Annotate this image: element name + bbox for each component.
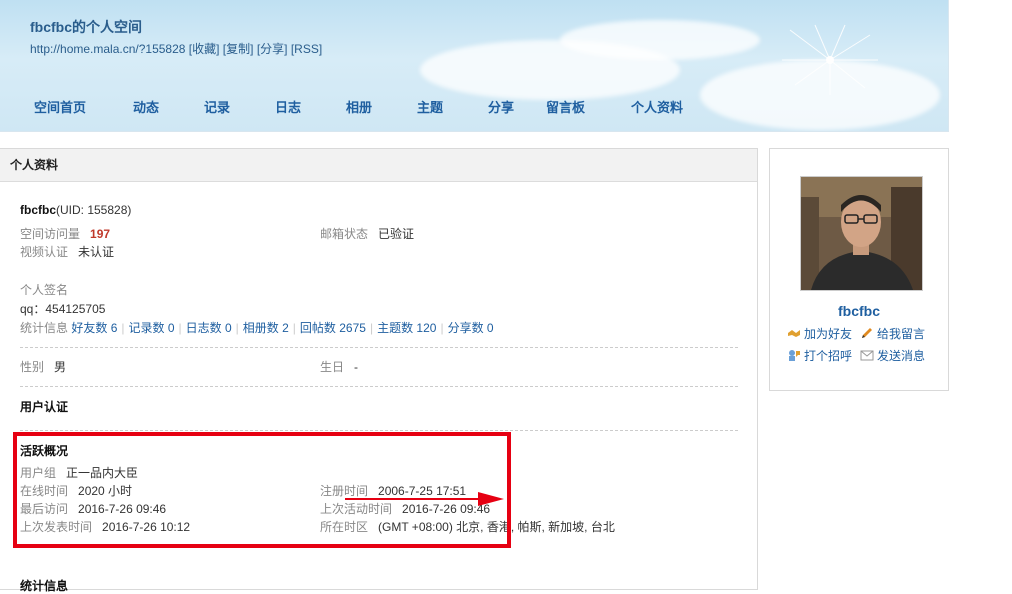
nav-profile[interactable]: 个人资料 — [631, 97, 683, 116]
birthday-value: - — [354, 360, 359, 374]
stats-label: 统计信息 — [20, 321, 69, 335]
divider — [20, 347, 738, 348]
dandelion-icon — [782, 24, 878, 95]
sign-label: 个人签名 — [20, 281, 68, 298]
birthday-line: 生日 - — [320, 358, 358, 375]
nav-album[interactable]: 相册 — [346, 97, 417, 116]
share-link[interactable]: [分享] — [257, 42, 288, 56]
greet-label: 打个招呼 — [804, 349, 853, 363]
username-line: fbcfbc(UID: 155828) — [20, 203, 131, 217]
stat-records[interactable]: 记录数 0 — [129, 321, 175, 335]
greet-icon — [789, 350, 800, 361]
video-line: 视频认证 未认证 — [20, 243, 114, 260]
stat-threads[interactable]: 主题数 120 — [377, 321, 436, 335]
nav-threads[interactable]: 主题 — [417, 97, 488, 116]
leave-message-label: 给我留言 — [877, 327, 926, 341]
stats-line: 统计信息 好友数 6 | 记录数 0 | 日志数 0 | 相册数 2 | 回帖数 2675 | 主题… — [20, 321, 494, 335]
site-url-line: http://home.mala.cn/?155828 [收藏] [复制] [分… — [30, 40, 322, 57]
favorite-link[interactable]: [收藏] — [189, 42, 220, 56]
visits-line: 空间访问量 197 — [20, 225, 110, 242]
gender-line: 性别 男 — [20, 358, 66, 375]
nav-home[interactable]: 空间首页 — [34, 97, 133, 116]
send-message-label: 发送消息 — [877, 349, 926, 363]
stat-shares[interactable]: 分享数 0 — [448, 321, 494, 335]
email-line: 邮箱状态 已验证 — [320, 225, 414, 242]
username: fbcfbc — [20, 203, 56, 217]
gender-label: 性别 — [20, 360, 45, 374]
copy-link[interactable]: [复制] — [223, 42, 254, 56]
envelope-icon — [860, 350, 874, 361]
space-url-link[interactable]: http://home.mala.cn/?155828 — [30, 42, 185, 56]
pencil-icon — [862, 328, 872, 338]
stat-replies[interactable]: 回帖数 2675 — [300, 321, 366, 335]
divider — [20, 386, 738, 387]
visits-value: 197 — [90, 227, 111, 241]
rss-link[interactable]: [RSS] — [291, 42, 322, 56]
sign-value: qq：454125705 — [20, 302, 106, 316]
nav-guestbook[interactable]: 留言板 — [546, 97, 631, 116]
birthday-label: 生日 — [320, 360, 345, 374]
add-friend-button[interactable]: 加为好友 — [787, 325, 852, 342]
panel-title: 个人资料 — [0, 149, 757, 182]
avatar[interactable] — [800, 176, 923, 291]
email-value: 已验证 — [378, 227, 415, 241]
main-nav: 空间首页 动态 记录 日志 相册 主题 分享 留言板 个人资料 — [34, 97, 683, 116]
site-title: fbcfbc的个人空间 — [30, 19, 142, 35]
email-label: 邮箱状态 — [320, 227, 369, 241]
auth-title: 用户认证 — [20, 400, 69, 414]
nav-records[interactable]: 记录 — [204, 97, 275, 116]
sidebar-username[interactable]: fbcfbc — [770, 303, 948, 319]
avatar-photo — [801, 177, 922, 290]
nav-feed[interactable]: 动态 — [133, 97, 204, 116]
leave-message-button[interactable]: 给我留言 — [860, 325, 925, 342]
visits-label: 空间访问量 — [20, 227, 81, 241]
red-arrow-icon — [345, 492, 504, 506]
stat-blogs[interactable]: 日志数 0 — [186, 321, 232, 335]
handshake-icon — [788, 330, 800, 337]
uid: (UID: 155828) — [56, 203, 132, 217]
send-message-button[interactable]: 发送消息 — [860, 347, 925, 364]
user-card: fbcfbc 加为好友 给我留言 打个招呼 发送消息 — [769, 148, 949, 391]
stat-friends[interactable]: 好友数 6 — [71, 321, 117, 335]
add-friend-label: 加为好友 — [804, 327, 853, 341]
stat-albums[interactable]: 相册数 2 — [243, 321, 289, 335]
sign-label-text: 个人签名 — [20, 283, 69, 297]
gender-value: 男 — [54, 360, 67, 374]
video-value: 未认证 — [78, 245, 115, 259]
nav-blog[interactable]: 日志 — [275, 97, 346, 116]
nav-share[interactable]: 分享 — [488, 97, 546, 116]
header-banner: fbcfbc的个人空间 http://home.mala.cn/?155828 … — [0, 0, 949, 132]
greet-button[interactable]: 打个招呼 — [787, 347, 852, 364]
video-label: 视频认证 — [20, 245, 69, 259]
divider — [20, 430, 738, 431]
cloud-decoration — [560, 20, 760, 60]
